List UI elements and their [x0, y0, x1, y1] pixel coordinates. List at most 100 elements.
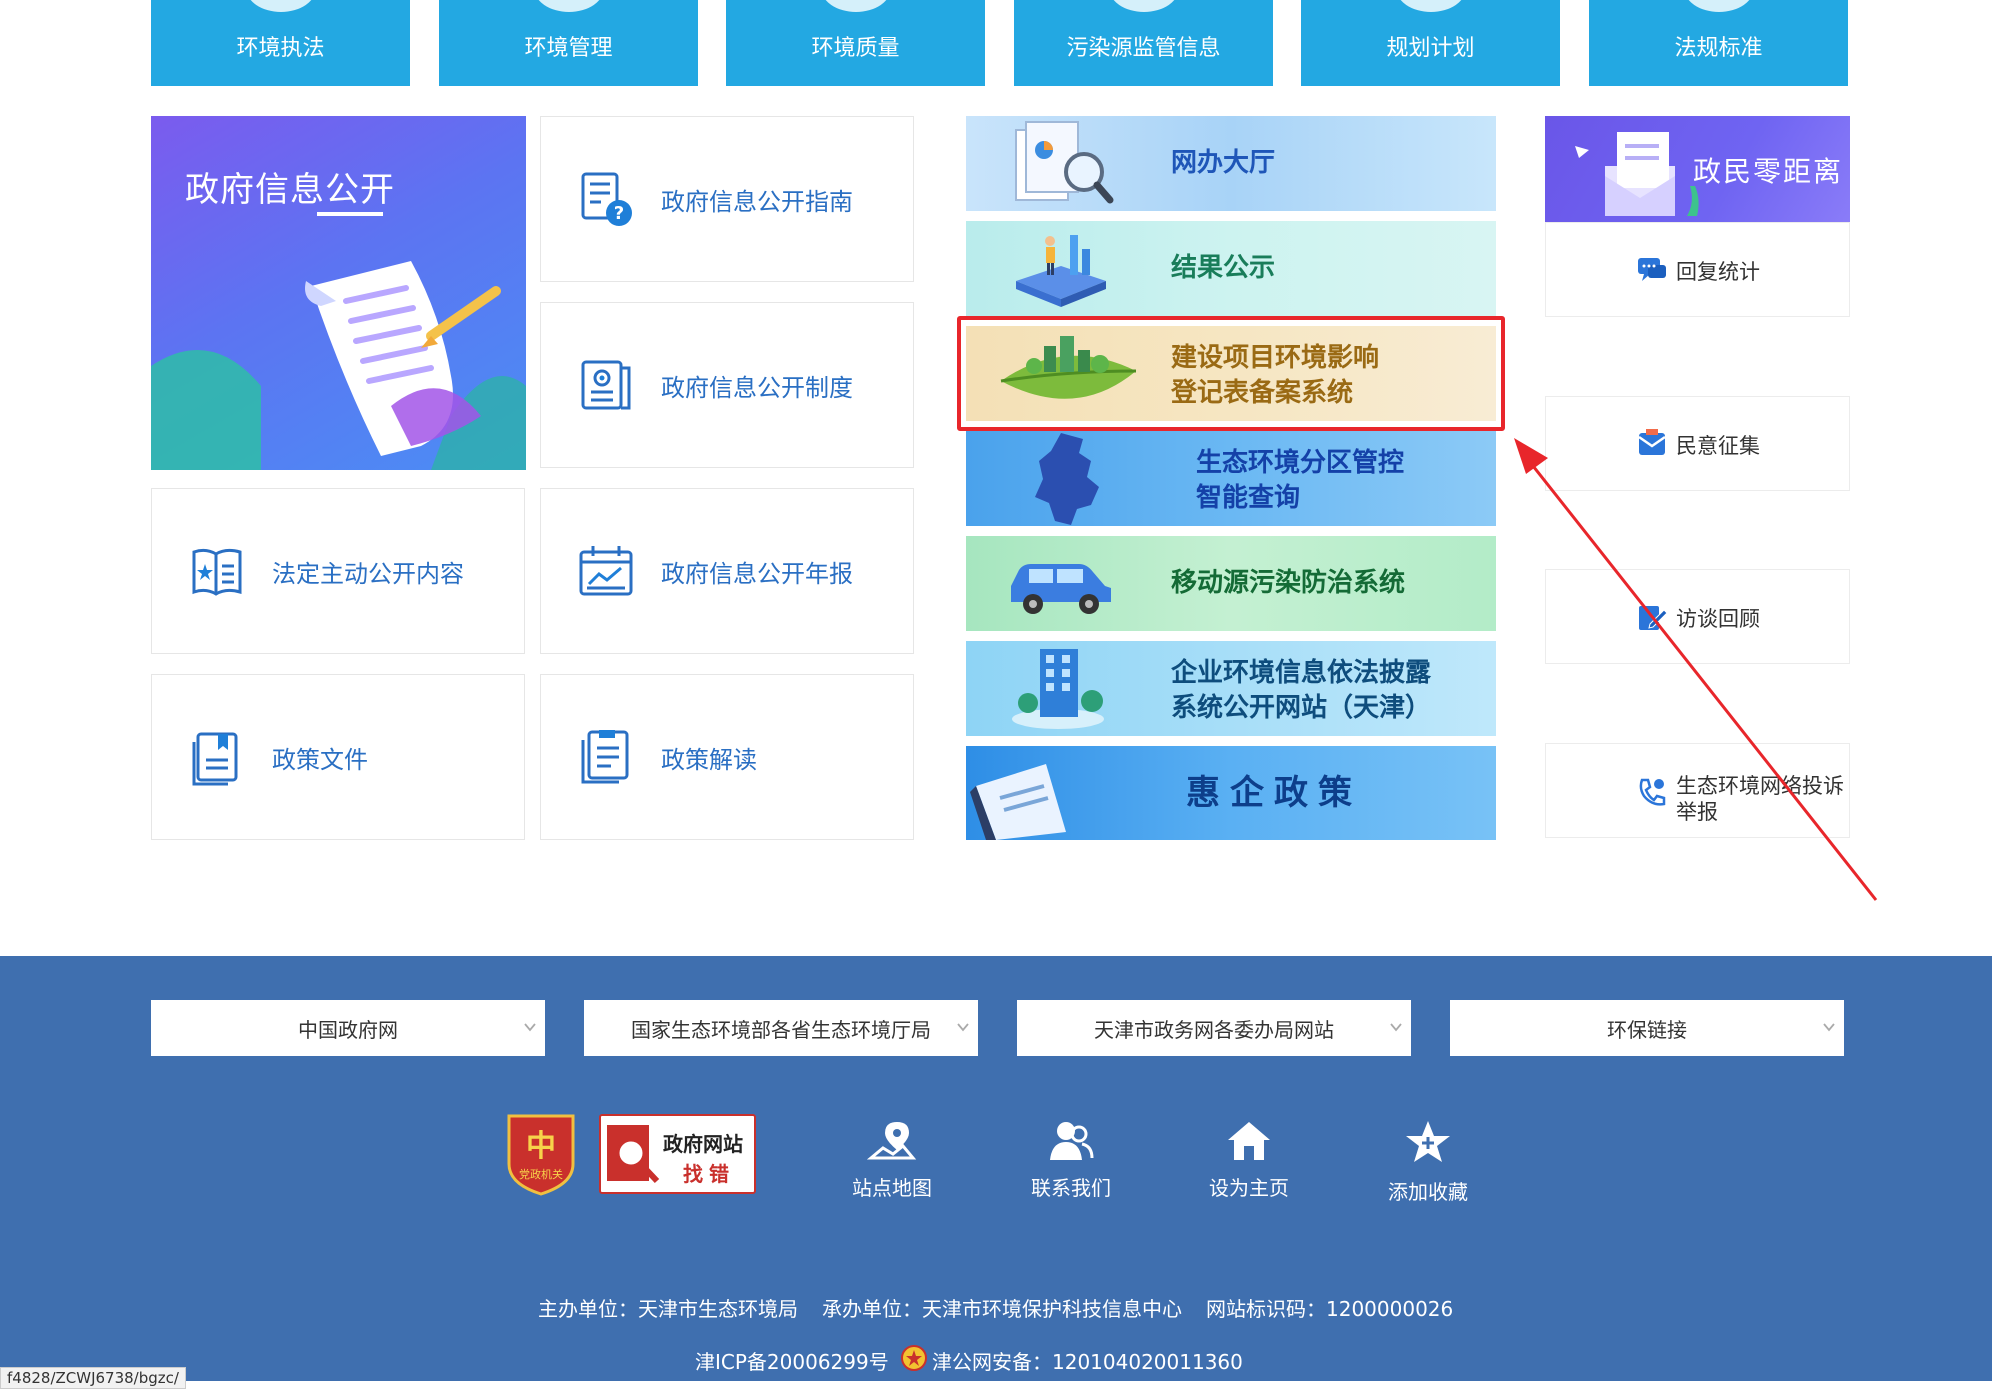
police-emblem-icon	[901, 1345, 927, 1371]
person-platform-icon	[1016, 235, 1106, 307]
nav-tile-regulations[interactable]: 法规标准	[1589, 0, 1848, 86]
host-org: 主办单位：天津市生态环境局	[538, 1297, 798, 1321]
policy-interpretation-card[interactable]: 政策解读	[540, 674, 914, 840]
banner-results-publicity[interactable]: 结果公示	[966, 221, 1496, 316]
select-value: 环保链接	[1607, 1017, 1687, 1042]
add-favorite-link[interactable]: 添加收藏	[1368, 1118, 1488, 1205]
banner-mobile-source-pollution[interactable]: 移动源污染防治系统	[966, 536, 1496, 631]
magnifier-icon	[607, 1125, 660, 1184]
nav-tile-label: 环境执法	[236, 36, 325, 61]
link-label: 设为主页	[1209, 1176, 1289, 1200]
chevron-down-icon	[1390, 1023, 1402, 1032]
nav-tile-label: 环境管理	[524, 36, 613, 61]
gov-info-hero[interactable]: 政府信息公开	[151, 116, 526, 470]
top-category-nav: 环境执法 环境管理 环境质量 污染源监管信息 规划计划 法规标准	[151, 0, 1851, 86]
chevron-down-icon	[524, 1023, 536, 1032]
banner-online-hall[interactable]: 网办大厅	[966, 116, 1496, 211]
annual-report-card[interactable]: 政府信息公开年报	[540, 488, 914, 654]
gov-site-badge-line2: 找错	[683, 1162, 735, 1186]
select-value: 中国政府网	[298, 1017, 398, 1042]
contact-us-link[interactable]: 联系我们	[1011, 1118, 1131, 1201]
link-label: 添加收藏	[1388, 1180, 1468, 1204]
file-bookmark-icon	[192, 732, 238, 786]
banner-title-line1: 生态环境分区管控	[1196, 448, 1405, 478]
link-label: 站点地图	[852, 1176, 932, 1200]
side-item-reply-stats[interactable]: 回复统计	[1545, 222, 1850, 317]
documents-magnifier-icon	[1015, 121, 1114, 204]
banner-title-line1: 企业环境信息依法披露	[1171, 658, 1432, 688]
chevron-down-icon	[957, 1023, 969, 1032]
annotation-arrow	[1514, 438, 1878, 901]
gov-info-system-card[interactable]: 政府信息公开制度	[540, 302, 914, 468]
card-label: 政府信息公开年报	[661, 559, 853, 588]
select-value: 天津市政务网各委办局网站	[1094, 1017, 1334, 1042]
banner-enterprise-disclosure[interactable]: 企业环境信息依法披露 系统公开网站（天津）	[966, 641, 1496, 736]
home-icon	[1228, 1122, 1270, 1160]
hero-title-underline	[317, 212, 383, 216]
side-item-label: 回复统计	[1676, 260, 1760, 284]
police-record-link[interactable]: 津公网安备：120104020011360	[932, 1346, 1243, 1375]
side-header-title: 政民零距离	[1693, 155, 1844, 188]
nav-tile-label: 污染源监管信息	[1066, 36, 1221, 61]
banner-enterprise-policy[interactable]: 惠企政策	[966, 746, 1496, 840]
select-value: 国家生态环境部各省生态环境厅局	[631, 1017, 931, 1042]
hero-title: 政府信息公开	[185, 170, 395, 210]
icp-record-link[interactable]: 津ICP备20006299号	[695, 1346, 889, 1375]
select-china-gov[interactable]: 中国政府网	[151, 1000, 545, 1056]
banner-title-line2: 智能查询	[1196, 483, 1301, 513]
gov-info-guide-card[interactable]: ? 政府信息公开指南	[540, 116, 914, 282]
banner-title: 移动源污染防治系统	[1171, 568, 1406, 598]
card-label: 政府信息公开制度	[661, 373, 853, 402]
set-homepage-link[interactable]: 设为主页	[1189, 1118, 1309, 1201]
citizen-zero-distance-header[interactable]: 政民零距离	[1545, 116, 1850, 222]
nav-tile-label: 法规标准	[1674, 36, 1763, 61]
map-pin-icon	[867, 1122, 917, 1160]
gov-site-badge-line1: 政府网站	[663, 1132, 743, 1156]
banner-zone-control-query[interactable]: 生态环境分区管控 智能查询	[966, 431, 1496, 526]
chat-icon	[1638, 258, 1666, 281]
banner-title: 惠企政策	[1186, 773, 1362, 813]
statutory-disclosure-card[interactable]: 法定主动公开内容	[151, 488, 525, 654]
nav-tile-management[interactable]: 环境管理	[439, 0, 698, 86]
card-label: 法定主动公开内容	[272, 559, 464, 588]
tianjin-map-icon	[1035, 433, 1099, 525]
doc-question-icon: ?	[581, 172, 632, 226]
nav-tile-label: 环境质量	[811, 36, 900, 61]
browser-status-url: f4828/ZCWJ6738/bgzc/	[0, 1367, 186, 1389]
party-badge-text: 党政机关	[519, 1167, 563, 1181]
banner-title-line2: 系统公开网站（天津）	[1171, 693, 1432, 723]
nav-tile-label: 规划计划	[1386, 36, 1475, 61]
book-star-icon	[192, 548, 242, 596]
svg-text:中: 中	[526, 1129, 556, 1164]
select-ministry-sites[interactable]: 国家生态环境部各省生态环境厅局	[584, 1000, 978, 1056]
car-icon	[1011, 564, 1111, 614]
card-label: 政策文件	[272, 745, 368, 774]
chevron-down-icon	[1823, 1023, 1835, 1032]
nav-tile-quality[interactable]: 环境质量	[726, 0, 985, 86]
card-label: 政府信息公开指南	[661, 187, 853, 216]
site-code: 网站标识码：1200000026	[1206, 1297, 1454, 1321]
organizer-org: 承办单位：天津市环境保护科技信息中心	[822, 1297, 1182, 1321]
contacts-icon	[1050, 1122, 1094, 1160]
select-tianjin-sites[interactable]: 天津市政务网各委办局网站	[1017, 1000, 1411, 1056]
banner-title: 网办大厅	[1171, 148, 1276, 178]
file-list-icon	[581, 730, 629, 784]
star-icon	[1406, 1121, 1450, 1162]
site-map-link[interactable]: 站点地图	[832, 1118, 952, 1201]
party-gov-agency-badge[interactable]: 中 党政机关	[505, 1110, 577, 1196]
svg-text:?: ?	[614, 203, 624, 224]
gov-site-error-report-badge[interactable]: 政府网站 找错	[599, 1114, 756, 1194]
policy-files-card[interactable]: 政策文件	[151, 674, 525, 840]
doc-badge-icon	[581, 360, 631, 410]
nav-tile-planning[interactable]: 规划计划	[1301, 0, 1560, 86]
nav-tile-pollution-source[interactable]: 污染源监管信息	[1014, 0, 1273, 86]
office-building-icon	[1012, 649, 1104, 729]
link-label: 联系我们	[1031, 1176, 1111, 1200]
policy-document-icon	[970, 764, 1066, 840]
card-label: 政策解读	[661, 745, 757, 774]
calendar-chart-icon	[579, 546, 633, 596]
highlight-annotation-box	[957, 316, 1505, 431]
nav-tile-law-enforcement[interactable]: 环境执法	[151, 0, 410, 86]
banner-title: 结果公示	[1171, 253, 1276, 283]
select-env-links[interactable]: 环保链接	[1450, 1000, 1844, 1056]
